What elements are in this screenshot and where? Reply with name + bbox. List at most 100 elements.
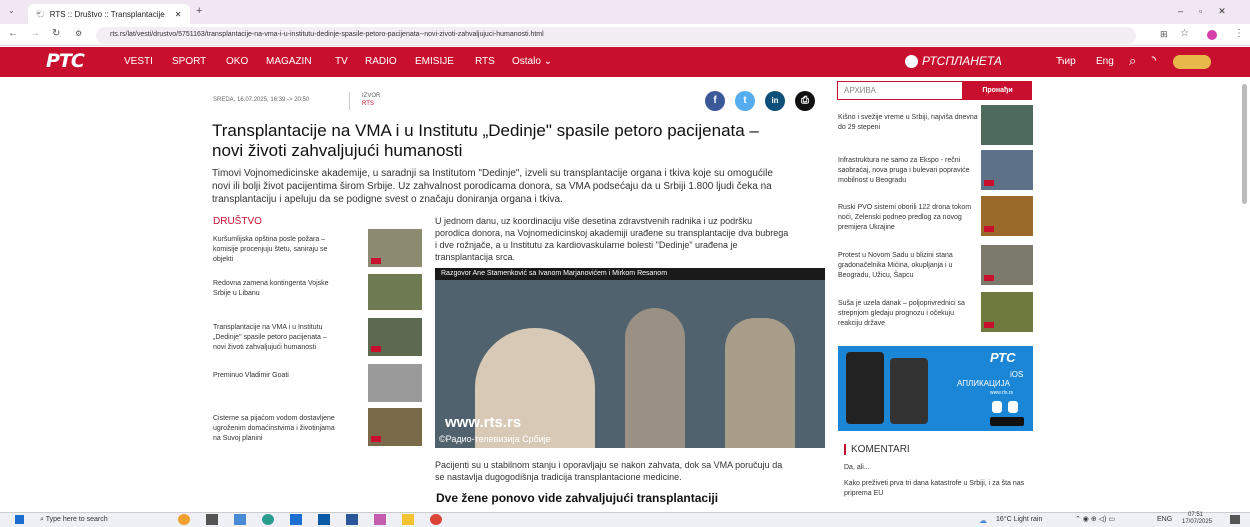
news-item[interactable]: Suša je uzela danak – poljoprivrednici s… xyxy=(838,299,978,329)
store-icon[interactable] xyxy=(318,514,330,525)
tab-title: RTS :: Društvo :: Transplantacije xyxy=(49,9,165,19)
print-icon[interactable]: ⎙ xyxy=(795,91,815,111)
facebook-share-icon[interactable]: f xyxy=(705,91,725,111)
video-camera-icon xyxy=(984,226,994,232)
list-item[interactable]: Kuršumlijska opština posle požara – komi… xyxy=(213,235,337,265)
nav-ostalo[interactable]: Ostalo ⌄ xyxy=(512,56,552,67)
folder-icon[interactable] xyxy=(402,514,414,525)
video-player[interactable]: Razgovor Ane Stamenković sa Ivanom Marja… xyxy=(435,268,825,448)
phone-mockup xyxy=(846,352,884,424)
search-icon[interactable]: ⌕ xyxy=(1129,53,1136,69)
nav-vesti[interactable]: VESTI xyxy=(124,56,153,67)
section-title[interactable]: DRUŠTVO xyxy=(213,216,262,227)
language-indicator[interactable]: ENG xyxy=(1157,516,1172,523)
article-title: Transplantacije na VMA i u Institutu „De… xyxy=(212,121,759,160)
close-tab-icon[interactable]: ✕ xyxy=(175,10,182,19)
weather-text[interactable]: 16°C Light rain xyxy=(996,516,1042,523)
taskbar-apps[interactable] xyxy=(178,514,508,525)
archive-search-input[interactable]: АРХИВА xyxy=(837,81,963,100)
chevron-down-icon: ⌄ xyxy=(543,56,553,67)
phone-mockup xyxy=(890,358,928,424)
bookmark-star-icon[interactable]: ☆ xyxy=(1180,28,1189,39)
article-date: SREDA, 16.07.2025, 16:39 -> 20:50 xyxy=(213,97,310,103)
app-icon[interactable] xyxy=(374,514,386,525)
video-camera-icon xyxy=(371,346,381,352)
nav-cyrillic[interactable]: Ћир xyxy=(1056,56,1076,67)
menu-icon[interactable]: ⋮ xyxy=(1234,28,1244,39)
list-item[interactable]: Transplantacije na VMA i u Institutu „De… xyxy=(213,323,337,353)
comment-item[interactable]: Da, ali... xyxy=(844,464,870,471)
nav-emisije[interactable]: EMISIJE xyxy=(415,56,454,67)
nav-tv[interactable]: TV xyxy=(335,56,348,67)
clock-time[interactable]: 07:51 xyxy=(1188,512,1203,518)
chrome-icon[interactable] xyxy=(430,514,442,525)
list-thumbnail[interactable] xyxy=(368,274,422,310)
news-item[interactable]: Protest u Novom Sadu u blizini stana gra… xyxy=(838,251,978,281)
profile-icon[interactable] xyxy=(1207,30,1217,40)
list-thumbnail[interactable] xyxy=(368,364,422,402)
source-value: RTS xyxy=(362,101,374,107)
archive-search-button[interactable]: Пронађи xyxy=(963,81,1032,100)
video-camera-icon xyxy=(984,180,994,186)
list-item[interactable]: Cisterne sa pijaćom vodom dostavljene ug… xyxy=(213,414,337,444)
toggle-switch[interactable] xyxy=(1173,55,1211,69)
new-tab-icon[interactable]: + xyxy=(196,5,202,17)
app-icon[interactable] xyxy=(234,514,246,525)
nav-radio[interactable]: RADIO xyxy=(365,56,397,67)
linkedin-share-icon[interactable]: in xyxy=(765,91,785,111)
news-thumbnail[interactable] xyxy=(981,105,1033,145)
nav-oko[interactable]: OKO xyxy=(226,56,248,67)
translate-icon[interactable]: ⊞ xyxy=(1160,29,1168,40)
news-item[interactable]: Infrastruktura ne samo za Ekspo - rečni … xyxy=(838,156,978,186)
article-paragraph: U jednom danu, uz koordinaciju više dese… xyxy=(435,216,789,262)
clock-date[interactable]: 17/07/2025 xyxy=(1182,519,1212,525)
officer-figure xyxy=(725,318,795,448)
back-icon[interactable]: ← xyxy=(8,28,18,39)
ad-rts-logo: РТС xyxy=(990,350,1016,365)
site-info-icon[interactable]: ⚙ xyxy=(75,29,82,38)
reload-icon[interactable]: ↻ xyxy=(52,28,60,39)
task-view-icon[interactable] xyxy=(206,514,218,525)
windows-start-icon[interactable] xyxy=(15,515,24,524)
ad-ios-label: iOS xyxy=(1010,370,1024,379)
twitter-share-icon[interactable]: t xyxy=(735,91,755,111)
list-item[interactable]: Preminuo Vladimir Goati xyxy=(213,371,337,381)
article-paragraph: Pacijenti su u stabilnom stanju i oporav… xyxy=(435,460,783,482)
meta-divider xyxy=(349,92,350,110)
comment-item[interactable]: Kako preživeti prva tri dana katastrofe … xyxy=(844,479,1029,499)
rts-planeta-link[interactable]: РТСПЛАНЕТА xyxy=(922,54,1002,68)
app-store-badge[interactable] xyxy=(990,417,1024,426)
search-icon: ⌕ xyxy=(40,516,44,523)
apple-icon xyxy=(1008,401,1018,413)
app-icon[interactable] xyxy=(290,514,302,525)
edge-icon[interactable] xyxy=(262,514,274,525)
nav-magazin[interactable]: MAGAZIN xyxy=(266,56,312,67)
news-item[interactable]: Ruski PVO sistemi oborili 122 drona toko… xyxy=(838,203,978,233)
browser-tab[interactable]: 🐑 RTS :: Društvo :: Transplantacije ✕ xyxy=(28,4,190,24)
planeta-globe-icon xyxy=(905,55,918,68)
notifications-icon[interactable] xyxy=(1230,515,1240,524)
nav-sport[interactable]: SPORT xyxy=(172,56,206,67)
rss-icon[interactable]: ◝ xyxy=(1152,55,1156,66)
system-tray-icons[interactable]: ⌃ ◉ ⊕ ◁) ▭ xyxy=(1075,515,1115,523)
rts-logo[interactable]: РТС xyxy=(46,50,85,72)
emoji-app-icon[interactable] xyxy=(178,514,190,525)
nav-english[interactable]: Eng xyxy=(1096,56,1114,67)
tab-list-icon[interactable]: ⌄ xyxy=(8,6,15,15)
news-item[interactable]: Kišno i svežije vreme u Srbiji, najviša … xyxy=(838,113,978,133)
video-camera-icon xyxy=(371,436,381,442)
page-scrollbar[interactable] xyxy=(1242,84,1247,204)
video-watermark: www.rts.rs xyxy=(445,414,522,431)
word-icon[interactable] xyxy=(346,514,358,525)
comments-bar xyxy=(844,444,846,455)
list-item[interactable]: Redovna zamena kontingenta Vojske Srbije… xyxy=(213,279,337,299)
officer-figure xyxy=(625,308,685,448)
url-field[interactable]: rts.rs/lat/vesti/drustvo/5751163/transpl… xyxy=(96,27,1136,44)
ad-url: www.rts.rs xyxy=(990,390,1014,396)
nav-rts[interactable]: RTS xyxy=(475,56,495,67)
video-camera-icon xyxy=(984,322,994,328)
taskbar-search[interactable]: ⌕ Type here to search xyxy=(40,516,170,524)
window-controls[interactable]: –▫✕ xyxy=(1178,6,1242,17)
forward-icon[interactable]: → xyxy=(30,28,40,39)
article-lead: Timovi Vojnomedicinske akademije, u sara… xyxy=(212,168,773,205)
